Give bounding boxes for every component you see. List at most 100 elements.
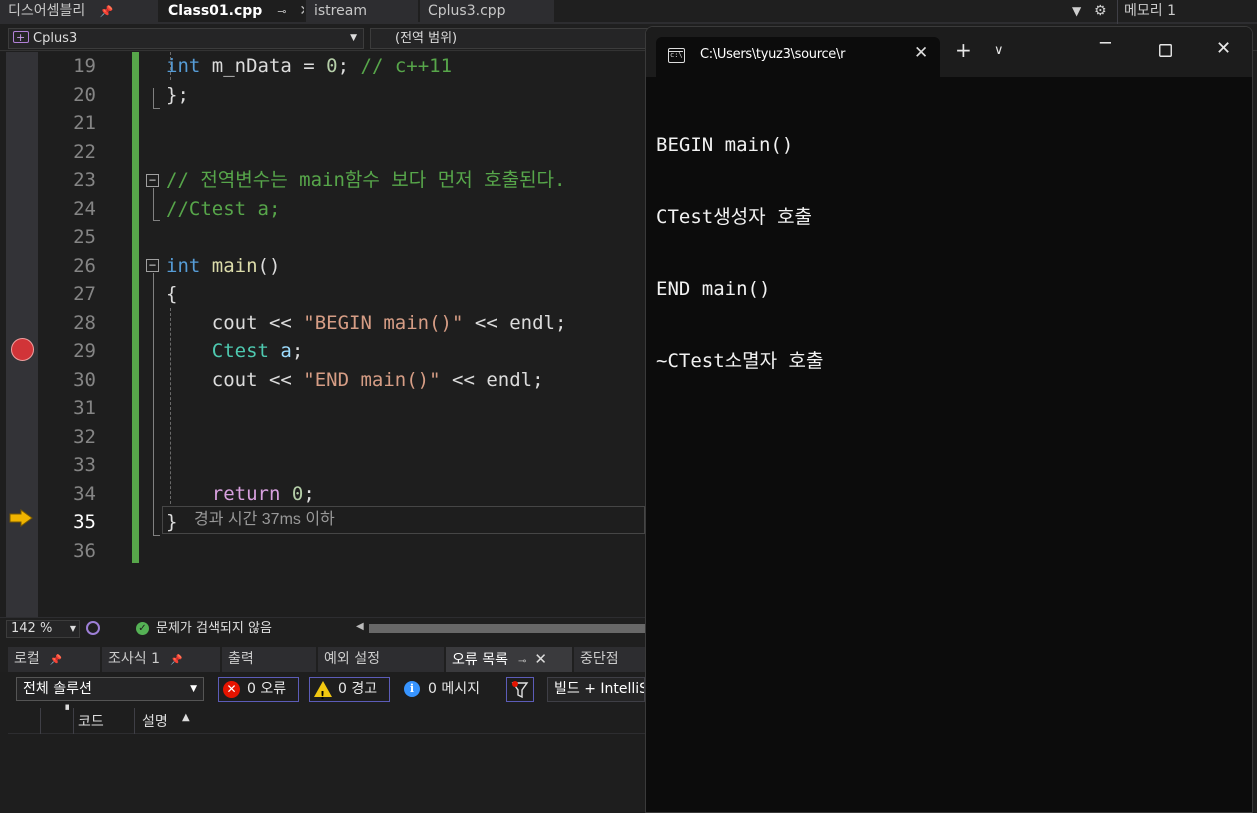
tab-watch[interactable]: 조사식 1 📌	[102, 647, 220, 672]
tab-class01[interactable]: Class01.cpp ⊸ ✕	[160, 0, 304, 22]
zoom-dropdown[interactable]: 142 % ▼	[6, 620, 80, 638]
scope-label: (전역 범위)	[395, 31, 458, 46]
pin-icon[interactable]: 📌	[50, 655, 62, 666]
pin-icon[interactable]: 📌	[100, 1, 114, 22]
code-line[interactable]: 30 cout << "END main()" << endl;	[0, 366, 645, 394]
minimize-icon[interactable]: ─	[1100, 33, 1111, 54]
code-editor[interactable]: 19 int m_nData = 0; // c++11 20}; 21 22 23// …	[0, 52, 645, 617]
error-scope-dropdown[interactable]: 전체 솔루션 ▼	[16, 677, 204, 701]
tab-label: 중단점	[580, 651, 619, 667]
tab-label: Class01.cpp	[168, 3, 263, 19]
tab-locals[interactable]: 로컬 📌	[8, 647, 100, 672]
code-line[interactable]: 24 //Ctest a;	[0, 195, 645, 223]
code-line[interactable]: 22	[0, 138, 645, 166]
errors-filter-button[interactable]: ✕ 0 오류	[218, 677, 299, 702]
pin-icon[interactable]: ⊸	[277, 1, 286, 22]
tab-memory[interactable]: 메모리 1	[1117, 0, 1257, 24]
tab-istream[interactable]: istream	[306, 0, 418, 22]
column-description[interactable]: 설명	[142, 711, 168, 731]
line-source: cout << "BEGIN main()" << endl;	[166, 309, 567, 337]
pin-icon[interactable]: ⊸	[518, 656, 526, 667]
issues-status[interactable]: 문제가 검색되지 않음	[156, 620, 272, 638]
line-number: 20	[73, 83, 96, 106]
column-separator[interactable]	[73, 708, 74, 734]
code-line[interactable]: 20};	[0, 81, 645, 109]
code-line[interactable]: 19 int m_nData = 0; // c++11	[0, 52, 645, 80]
project-icon	[13, 28, 29, 47]
close-window-icon[interactable]: ✕	[1216, 38, 1231, 59]
column-code[interactable]: 코드	[78, 711, 104, 731]
code-token: ;	[337, 55, 361, 77]
tool-window-tabs: 로컬 📌 조사식 1 📌 출력 예외 설정 오류 목록 ⊸ ✕ 중단점	[0, 647, 645, 672]
line-number: 35	[73, 511, 96, 533]
code-line[interactable]: 26 int main()	[0, 252, 645, 280]
chevron-down-icon[interactable]: ∨	[994, 43, 1004, 58]
breakpoint-icon[interactable]	[11, 338, 34, 361]
code-line[interactable]: 28 cout << "BEGIN main()" << endl;	[0, 309, 645, 337]
code-line[interactable]: 36	[0, 537, 645, 565]
code-line[interactable]: 25	[0, 223, 645, 251]
gear-icon[interactable]: ⚙	[1094, 0, 1107, 22]
code-token: a	[280, 340, 292, 362]
code-token: ;	[291, 340, 304, 362]
code-line[interactable]: 34 return 0;	[0, 480, 645, 508]
tab-list-dropdown-icon[interactable]: ▼	[1072, 0, 1081, 22]
tab-output[interactable]: 출력	[222, 647, 316, 672]
tab-label: 예외 설정	[324, 651, 380, 667]
tab-exception-settings[interactable]: 예외 설정	[318, 647, 444, 672]
scope-dropdown[interactable]: (전역 범위)	[370, 28, 660, 49]
perf-tip[interactable]: 경과 시간 37ms 이하	[194, 508, 335, 532]
tab-error-list[interactable]: 오류 목록 ⊸ ✕	[446, 647, 572, 672]
collapse-icon[interactable]: −	[146, 259, 159, 272]
line-number: 34	[73, 482, 96, 505]
code-line[interactable]: 21	[0, 109, 645, 137]
code-line[interactable]: 31	[0, 394, 645, 422]
console-tab[interactable]: C:\Users\tyuz3\source\r ✕	[656, 37, 940, 77]
code-line[interactable]: 33	[0, 451, 645, 479]
column-separator[interactable]	[134, 708, 135, 734]
document-tab-strip: 디스어셈블리 📌 Class01.cpp ⊸ ✕ istream Cplus3.…	[0, 0, 1257, 24]
project-dropdown[interactable]: Cplus3 ▼	[8, 28, 364, 49]
scroll-left-icon[interactable]: ◀	[356, 621, 364, 632]
column-separator[interactable]	[40, 708, 41, 734]
filter-button[interactable]	[506, 677, 534, 702]
info-icon[interactable]: i	[404, 681, 420, 697]
tab-cplus3[interactable]: Cplus3.cpp	[420, 0, 554, 22]
intellicode-icon[interactable]	[86, 621, 100, 635]
current-statement-arrow-icon	[9, 509, 33, 527]
code-token: << endl;	[463, 311, 567, 334]
tab-label: istream	[314, 3, 367, 19]
code-token: cout <<	[166, 311, 304, 334]
line-source: cout << "END main()" << endl;	[166, 366, 544, 394]
console-output[interactable]: BEGIN main() CTest생성자 호출 END main() ~CTe…	[656, 85, 823, 421]
tab-breakpoints[interactable]: 중단점	[574, 647, 645, 672]
pin-icon[interactable]: 📌	[170, 655, 182, 666]
project-name: Cplus3	[33, 31, 78, 46]
outline-guide	[153, 535, 160, 536]
messages-count[interactable]: 0 메시지	[428, 677, 480, 702]
code-line[interactable]: 32	[0, 423, 645, 451]
close-tab-icon[interactable]: ✕	[914, 43, 928, 63]
new-tab-icon[interactable]: +	[955, 38, 972, 62]
line-source: return 0;	[166, 480, 315, 508]
code-token: int	[166, 55, 201, 77]
build-source-dropdown[interactable]: 빌드 + IntelliSense	[547, 677, 645, 702]
close-icon[interactable]: ✕	[534, 650, 547, 668]
collapse-icon[interactable]: −	[146, 174, 159, 187]
console-titlebar[interactable]: C:\Users\tyuz3\source\r ✕ + ∨ ─ ✕	[646, 27, 1252, 77]
close-icon[interactable]: ✕	[299, 0, 304, 22]
horizontal-scrollbar[interactable]	[369, 624, 645, 633]
maximize-icon[interactable]	[1159, 44, 1172, 57]
tab-label: Cplus3.cpp	[428, 3, 506, 19]
code-line[interactable]: 29 Ctest a;	[0, 337, 645, 365]
console-scrollbar[interactable]	[1244, 77, 1252, 812]
sort-ascending-icon: ▲	[182, 712, 190, 723]
code-line[interactable]: 23 // 전역변수는 main함수 보다 먼저 호출된다.	[0, 166, 645, 194]
code-token: {	[166, 283, 178, 305]
line-number: 21	[73, 112, 96, 134]
code-line[interactable]: 27 {	[0, 280, 645, 308]
warnings-filter-button[interactable]: ! 0 경고	[309, 677, 390, 702]
tab-disassembly[interactable]: 디스어셈블리 📌	[0, 0, 158, 22]
tab-label: 메모리 1	[1124, 3, 1176, 19]
